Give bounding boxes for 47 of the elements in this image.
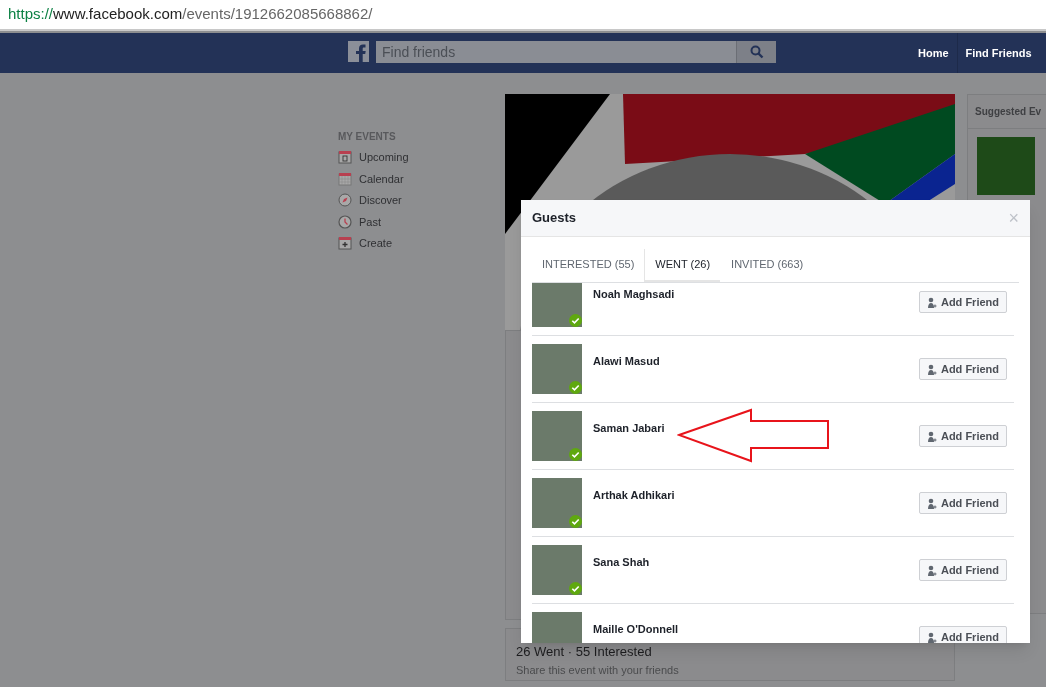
guest-name[interactable]: Sana Shah — [593, 553, 919, 571]
profile-photo[interactable] — [532, 478, 582, 528]
profile-photo[interactable] — [532, 411, 582, 461]
add-friend-button[interactable]: Add Friend — [918, 559, 1007, 581]
share-hint: Share this event with your friends — [516, 663, 680, 678]
event-thumbnail[interactable] — [977, 137, 1035, 195]
add-friend-button[interactable]: Add Friend — [918, 358, 1007, 380]
guest-name[interactable]: Alawi Masud — [593, 352, 919, 370]
guest-name[interactable]: Arthak Adhikari — [593, 486, 919, 504]
sidebar-item[interactable]: Past — [338, 213, 409, 230]
guests-tab[interactable]: INVITED (663) — [720, 249, 814, 282]
add-person-icon — [926, 497, 937, 509]
add-person-icon — [926, 430, 937, 442]
add-person-icon — [926, 564, 937, 576]
nav-link[interactable]: Find Friends — [956, 33, 1040, 73]
discover-icon — [338, 193, 352, 208]
profile-photo[interactable] — [532, 344, 582, 394]
search-button[interactable] — [736, 41, 776, 63]
logo-icon[interactable] — [348, 41, 369, 62]
sidebar-item[interactable]: Create — [338, 235, 409, 252]
add-friend-button[interactable]: Add Friend — [918, 425, 1007, 447]
add-person-icon — [926, 296, 937, 308]
create-icon — [338, 236, 352, 251]
add-friend-button[interactable]: Add Friend — [918, 291, 1007, 313]
guest-name[interactable]: Noah Maghsadi — [593, 285, 919, 303]
guest-name[interactable]: Maille O'Donnell — [593, 620, 919, 638]
add-person-icon — [926, 363, 937, 375]
sidebar-item[interactable]: Upcoming — [338, 149, 409, 166]
search-icon — [749, 45, 764, 59]
sidebar-item[interactable]: Calendar — [338, 170, 409, 187]
profile-photo[interactable] — [532, 283, 582, 327]
dialog-title: Guests — [532, 209, 577, 228]
nav-link[interactable]: Home — [910, 33, 957, 73]
profile-photo[interactable] — [532, 545, 582, 595]
add-friend-button[interactable]: Add Friend — [918, 626, 1007, 643]
guests-tab[interactable]: WENT (26) — [644, 249, 721, 282]
upcoming-icon — [338, 150, 352, 165]
sidebar-item[interactable]: Discover — [338, 192, 409, 209]
past-icon — [338, 214, 352, 229]
calendar-icon — [338, 171, 352, 186]
search-field[interactable]: Find friends — [376, 41, 736, 63]
guests-tab[interactable]: INTERESTED (55) — [532, 249, 645, 282]
guest-name[interactable]: Saman Jabari — [593, 419, 919, 437]
add-person-icon — [926, 631, 937, 643]
panel-title: Suggested Ev — [968, 95, 1046, 129]
add-friend-button[interactable]: Add Friend — [918, 492, 1007, 514]
attendance-count: 26 Went · 55 Interested — [516, 645, 653, 659]
